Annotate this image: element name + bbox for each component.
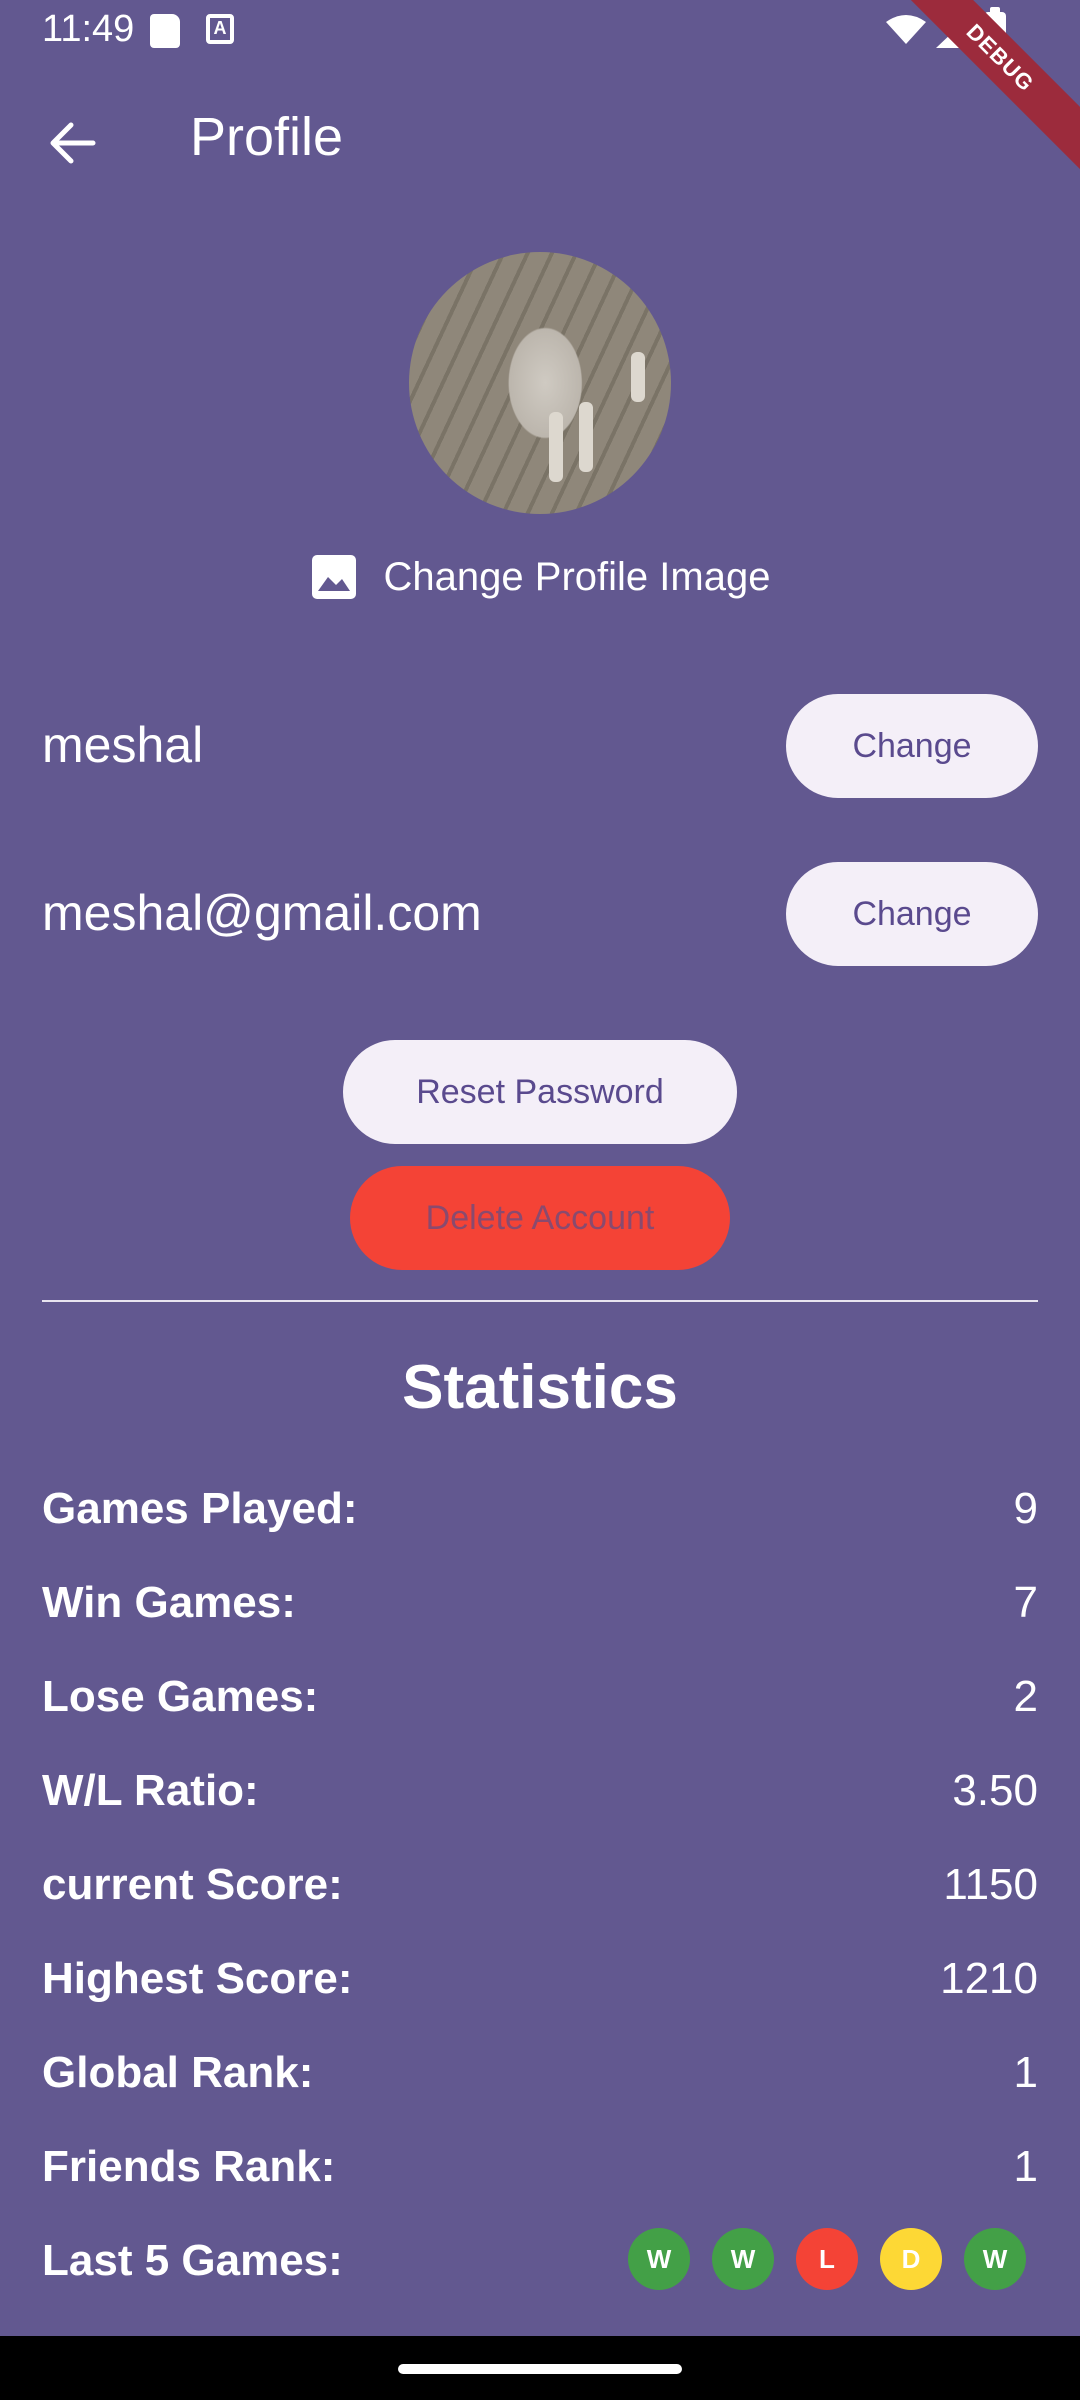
sd-card-icon bbox=[150, 14, 180, 48]
game-result-badge: D bbox=[880, 2228, 942, 2290]
stat-row-friends-rank: Friends Rank: 1 bbox=[42, 2142, 1038, 2204]
stat-label: Friends Rank: bbox=[42, 2142, 336, 2191]
statistics-title: Statistics bbox=[402, 1353, 678, 1422]
stat-label: Global Rank: bbox=[42, 2048, 314, 2097]
stat-label: Games Played: bbox=[42, 1484, 358, 1533]
game-result-badge: L bbox=[796, 2228, 858, 2290]
stat-label: Win Games: bbox=[42, 1578, 296, 1627]
divider bbox=[42, 1300, 1038, 1302]
stat-value: 1150 bbox=[943, 1860, 1038, 1909]
stat-value: 1210 bbox=[940, 1954, 1038, 2003]
game-result-badge: W bbox=[628, 2228, 690, 2290]
email-text: meshal@gmail.com bbox=[42, 885, 482, 941]
back-button[interactable] bbox=[30, 100, 116, 186]
stat-row-highest-score: Highest Score: 1210 bbox=[42, 1954, 1038, 2016]
stat-row-lose-games: Lose Games: 2 bbox=[42, 1672, 1038, 1734]
username-text: meshal bbox=[42, 717, 204, 773]
stat-label: Lose Games: bbox=[42, 1672, 319, 1721]
last-games-results: W W L D W bbox=[628, 2228, 1026, 2290]
stat-row-last-games: Last 5 Games: W W L D W bbox=[42, 2228, 1038, 2298]
stat-value: 9 bbox=[1013, 1484, 1038, 1533]
stat-value: 1 bbox=[1013, 2048, 1038, 2097]
stat-label: Highest Score: bbox=[42, 1954, 353, 2003]
game-result-badge: W bbox=[712, 2228, 774, 2290]
arrow-back-icon bbox=[50, 122, 96, 164]
home-indicator[interactable] bbox=[398, 2364, 682, 2374]
stat-row-global-rank: Global Rank: 1 bbox=[42, 2048, 1038, 2110]
profile-screen: 11:49 A DEBUG Profile Change Profile Ima… bbox=[0, 0, 1080, 2400]
stat-row-win-games: Win Games: 7 bbox=[42, 1578, 1038, 1640]
delete-account-button[interactable]: Delete Account bbox=[350, 1166, 730, 1270]
stat-label: W/L Ratio: bbox=[42, 1766, 259, 1815]
reset-password-button[interactable]: Reset Password bbox=[343, 1040, 737, 1144]
wifi-icon bbox=[886, 15, 926, 44]
change-profile-image-label: Change Profile Image bbox=[383, 554, 771, 599]
stat-label: current Score: bbox=[42, 1860, 343, 1909]
stat-value: 2 bbox=[1013, 1672, 1038, 1721]
status-time: 11:49 bbox=[42, 8, 135, 50]
stat-row-games-played: Games Played: 9 bbox=[42, 1484, 1038, 1546]
stat-value: 1 bbox=[1013, 2142, 1038, 2191]
stat-value: 3.50 bbox=[952, 1766, 1038, 1815]
avatar bbox=[409, 252, 671, 514]
stat-label: Last 5 Games: bbox=[42, 2236, 343, 2285]
image-icon bbox=[311, 555, 356, 599]
stat-row-wl-ratio: W/L Ratio: 3.50 bbox=[42, 1766, 1038, 1828]
a-badge-icon: A bbox=[206, 14, 234, 44]
stat-value: 7 bbox=[1013, 1578, 1038, 1627]
change-username-button[interactable]: Change bbox=[786, 694, 1038, 798]
page-title: Profile bbox=[190, 107, 344, 167]
stat-row-current-score: current Score: 1150 bbox=[42, 1860, 1038, 1922]
change-email-button[interactable]: Change bbox=[786, 862, 1038, 966]
app-bar: Profile bbox=[0, 62, 1080, 210]
status-bar: 11:49 A bbox=[0, 0, 1080, 62]
change-profile-image-button[interactable]: Change Profile Image bbox=[288, 546, 792, 608]
game-result-badge: W bbox=[964, 2228, 1026, 2290]
